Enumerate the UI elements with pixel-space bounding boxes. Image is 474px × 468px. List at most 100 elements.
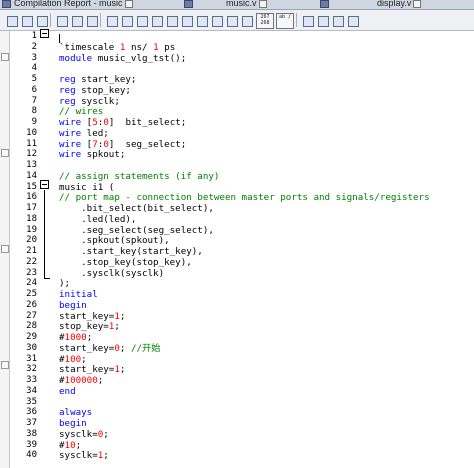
comment-icon[interactable]: [119, 13, 134, 29]
code-line[interactable]: 4: [0, 63, 474, 74]
code-line[interactable]: 31 #100;: [0, 354, 474, 365]
code-line[interactable]: 34 end: [0, 386, 474, 397]
code-line[interactable]: 2 `timescale 1 ns/ 1 ps: [0, 42, 474, 53]
code-token: music i1 (: [59, 181, 115, 193]
code-line[interactable]: 18 .led(led),: [0, 214, 474, 225]
code-text: .seg_select(seg_select),: [59, 225, 214, 236]
code-text: // assign statements (if any): [59, 171, 219, 182]
line-number-toggle[interactable]: 267 268: [256, 13, 274, 29]
settings-icon[interactable]: [239, 13, 254, 29]
code-token: begin: [59, 418, 87, 429]
line-number: 18: [26, 213, 37, 224]
print-icon[interactable]: [4, 13, 19, 29]
code-line[interactable]: 20 .spkout(spkout),: [0, 235, 474, 246]
code-line[interactable]: 8 // wires: [0, 106, 474, 117]
code-line[interactable]: 13: [0, 160, 474, 171]
code-line[interactable]: 24);: [0, 278, 474, 289]
uncomment-icon[interactable]: [134, 13, 149, 29]
insert-template-icon[interactable]: [104, 13, 119, 29]
code-token: ;: [97, 375, 104, 386]
code-line[interactable]: 38 sysclk=0;: [0, 429, 474, 440]
tab-display-v[interactable]: display.v: [320, 0, 422, 9]
properties-icon[interactable]: [330, 13, 345, 29]
code-line[interactable]: 14 // assign statements (if any): [0, 171, 474, 182]
code-line[interactable]: 27 start_key=1;: [0, 311, 474, 322]
code-line[interactable]: 10 wire led;: [0, 128, 474, 139]
code-line[interactable]: 25 initial: [0, 289, 474, 300]
code-token: ;: [103, 428, 109, 440]
save-icon[interactable]: [209, 13, 224, 29]
code-line[interactable]: 30 start_key=0; //开始: [0, 343, 474, 354]
code-token: wire: [59, 149, 82, 161]
code-line[interactable]: 39 #10;: [0, 440, 474, 451]
help-icon[interactable]: [345, 13, 360, 29]
expand-all-icon[interactable]: [69, 13, 84, 29]
code-line[interactable]: 21 .start_key(start_key),: [0, 246, 474, 257]
fold-toggle-icon[interactable]: [40, 180, 49, 189]
code-line[interactable]: 1: [0, 31, 474, 42]
line-number: 4: [31, 63, 37, 74]
line-number: 3: [31, 52, 37, 63]
close-icon[interactable]: [258, 0, 267, 8]
next-bookmark-icon[interactable]: [164, 13, 179, 29]
code-line[interactable]: 26 begin: [0, 300, 474, 311]
code-line[interactable]: 9 wire [5:0] bit_select;: [0, 117, 474, 128]
code-token: .seg_select(seg_select),: [59, 224, 214, 236]
code-text: sysclk=1;: [59, 450, 109, 461]
code-token: ;: [119, 364, 126, 376]
editor-toolbar: 267 268 ab /: [0, 10, 474, 31]
code-line[interactable]: 22 .stop_key(stop_key),: [0, 257, 474, 268]
code-text: stop_key=1;: [59, 321, 120, 332]
tab-compilation-report[interactable]: Compilation Report - music: [2, 0, 133, 9]
code-line[interactable]: 23 .sysclk(sysclk): [0, 268, 474, 279]
code-text: #10;: [59, 440, 81, 451]
list-icon[interactable]: [315, 13, 330, 29]
code-line[interactable]: 5 reg start_key;: [0, 74, 474, 85]
code-line[interactable]: 33 #100000;: [0, 375, 474, 386]
word-wrap-toggle[interactable]: ab /: [276, 13, 294, 29]
code-text: reg start_key;: [59, 74, 136, 85]
code-line[interactable]: 3 module music_vlg_tst();: [0, 53, 474, 64]
line-number: 22: [26, 256, 37, 267]
code-line[interactable]: 6 reg stop_key;: [0, 85, 474, 96]
code-token: 100000: [64, 375, 98, 386]
go-to-icon[interactable]: [300, 13, 315, 29]
collapse-all-icon[interactable]: [54, 13, 69, 29]
line-number: 17: [26, 203, 37, 213]
code-line[interactable]: 40 sysclk=1;: [0, 450, 474, 461]
find-icon[interactable]: [19, 13, 34, 29]
code-text: initial: [59, 289, 98, 300]
code-line[interactable]: 35: [0, 397, 474, 408]
code-line[interactable]: 7 reg sysclk;: [0, 96, 474, 107]
close-icon[interactable]: [124, 0, 133, 8]
block-icon[interactable]: [194, 13, 209, 29]
code-line[interactable]: 11 wire [7:0] seg_select;: [0, 139, 474, 150]
code-line[interactable]: 16 // port map - connection between maste…: [0, 192, 474, 203]
code-token: // assign statements (if any): [59, 170, 220, 182]
code-line[interactable]: 12 wire spkout;: [0, 149, 474, 160]
code-token: .start_key(start_key),: [59, 246, 203, 257]
run-icon[interactable]: [224, 13, 239, 29]
code-line[interactable]: 29 #1000;: [0, 332, 474, 343]
close-icon[interactable]: [413, 0, 422, 8]
fold-toggle-icon[interactable]: [40, 29, 49, 38]
code-line[interactable]: 17 .bit_select(bit_select),: [0, 203, 474, 214]
indent-icon[interactable]: [84, 13, 99, 29]
code-line[interactable]: 28 stop_key=1;: [0, 321, 474, 332]
code-token: );: [59, 278, 71, 290]
code-token: start_key=: [59, 310, 115, 322]
code-line[interactable]: 36 always: [0, 407, 474, 418]
prev-bookmark-icon[interactable]: [179, 13, 194, 29]
code-line[interactable]: 32 start_key=1;: [0, 364, 474, 375]
line-number: 10: [26, 127, 37, 138]
bookmark-icon[interactable]: [149, 13, 164, 29]
tab-music-v[interactable]: music.v: [184, 0, 267, 9]
code-line[interactable]: 19 .seg_select(seg_select),: [0, 225, 474, 236]
code-token: ] bit_select;: [108, 117, 187, 128]
find-replace-icon[interactable]: [34, 13, 49, 29]
line-number: 19: [26, 224, 37, 235]
code-token: 100: [64, 353, 82, 365]
code-token: stop_key;: [75, 84, 131, 96]
code-line[interactable]: 15 music i1 (: [0, 182, 474, 193]
code-line[interactable]: 37 begin: [0, 418, 474, 429]
